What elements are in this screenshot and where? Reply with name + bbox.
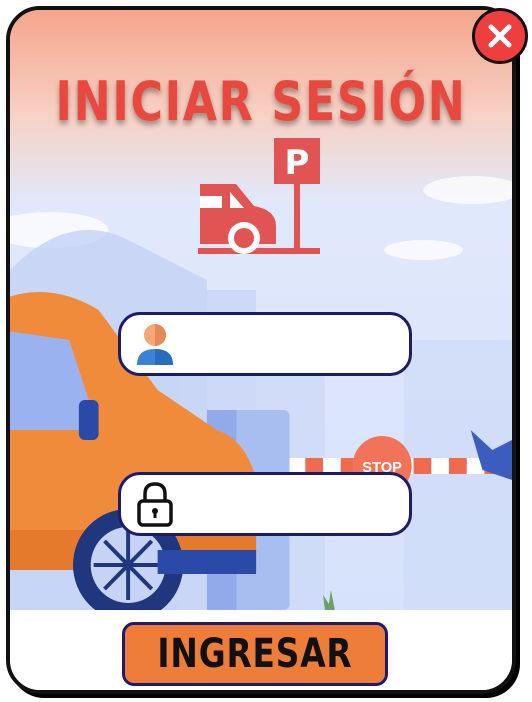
login-card: STOP INICIAR SESIÓN P bbox=[6, 6, 516, 694]
parking-sign-letter: P bbox=[285, 143, 310, 183]
close-button[interactable] bbox=[472, 8, 528, 64]
username-field[interactable] bbox=[118, 312, 412, 376]
user-icon bbox=[137, 324, 173, 365]
login-button[interactable]: INGRESAR bbox=[122, 622, 388, 686]
parking-car-icon: P bbox=[198, 138, 320, 254]
lock-icon bbox=[137, 482, 173, 527]
password-field[interactable] bbox=[118, 472, 412, 536]
close-icon bbox=[488, 24, 512, 48]
password-input[interactable] bbox=[185, 481, 399, 529]
login-button-label: INGRESAR bbox=[157, 631, 353, 677]
username-input[interactable] bbox=[185, 321, 399, 369]
page-title: INICIAR SESIÓN bbox=[55, 70, 467, 133]
